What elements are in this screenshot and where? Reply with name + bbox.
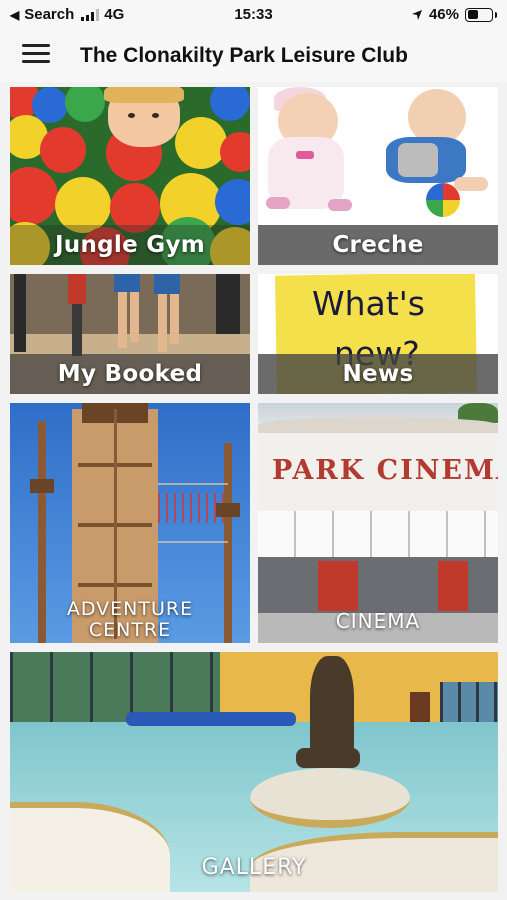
adventure-label-line2: CENTRE	[88, 619, 172, 641]
cinema-sign: PARK CINEMA	[272, 455, 498, 486]
tile-label-gallery: GALLERY	[201, 855, 307, 880]
news-sign-line1: What's	[312, 284, 425, 323]
tile-cinema[interactable]: PARK CINEMA CINEMA	[258, 403, 498, 643]
app-title: The Clonakilty Park Leisure Club	[80, 44, 408, 67]
location-arrow-icon	[411, 9, 422, 20]
tile-label-creche: Creche	[332, 232, 424, 258]
hamburger-menu-icon[interactable]	[22, 44, 50, 66]
battery-icon	[465, 7, 497, 22]
tile-my-booked-classes[interactable]: My Booked Classes	[10, 274, 250, 394]
tile-creche[interactable]: Creche	[258, 87, 498, 265]
tile-news[interactable]: What's new? News	[258, 274, 498, 394]
tile-label-my-booked-classes: My Booked Classes	[57, 361, 203, 387]
tile-label-jungle-gym: Jungle Gym	[54, 232, 206, 258]
battery-percent: 46%	[428, 6, 459, 23]
app-bar: The Clonakilty Park Leisure Club	[0, 30, 507, 82]
tile-label-cinema: CINEMA	[335, 609, 421, 633]
tile-label-adventure-centre: ADVENTURE CENTRE	[10, 599, 250, 641]
adventure-label-line1: ADVENTURE	[66, 598, 194, 620]
status-bar: ◀ Search 4G 15:33 46%	[0, 0, 507, 30]
status-right: 46%	[411, 6, 497, 23]
tile-adventure-centre[interactable]: ADVENTURE CENTRE	[10, 403, 250, 643]
tile-gallery[interactable]: GALLERY	[10, 652, 498, 892]
tile-label-news: News	[342, 361, 414, 387]
tile-jungle-gym[interactable]: Jungle Gym	[10, 87, 250, 265]
